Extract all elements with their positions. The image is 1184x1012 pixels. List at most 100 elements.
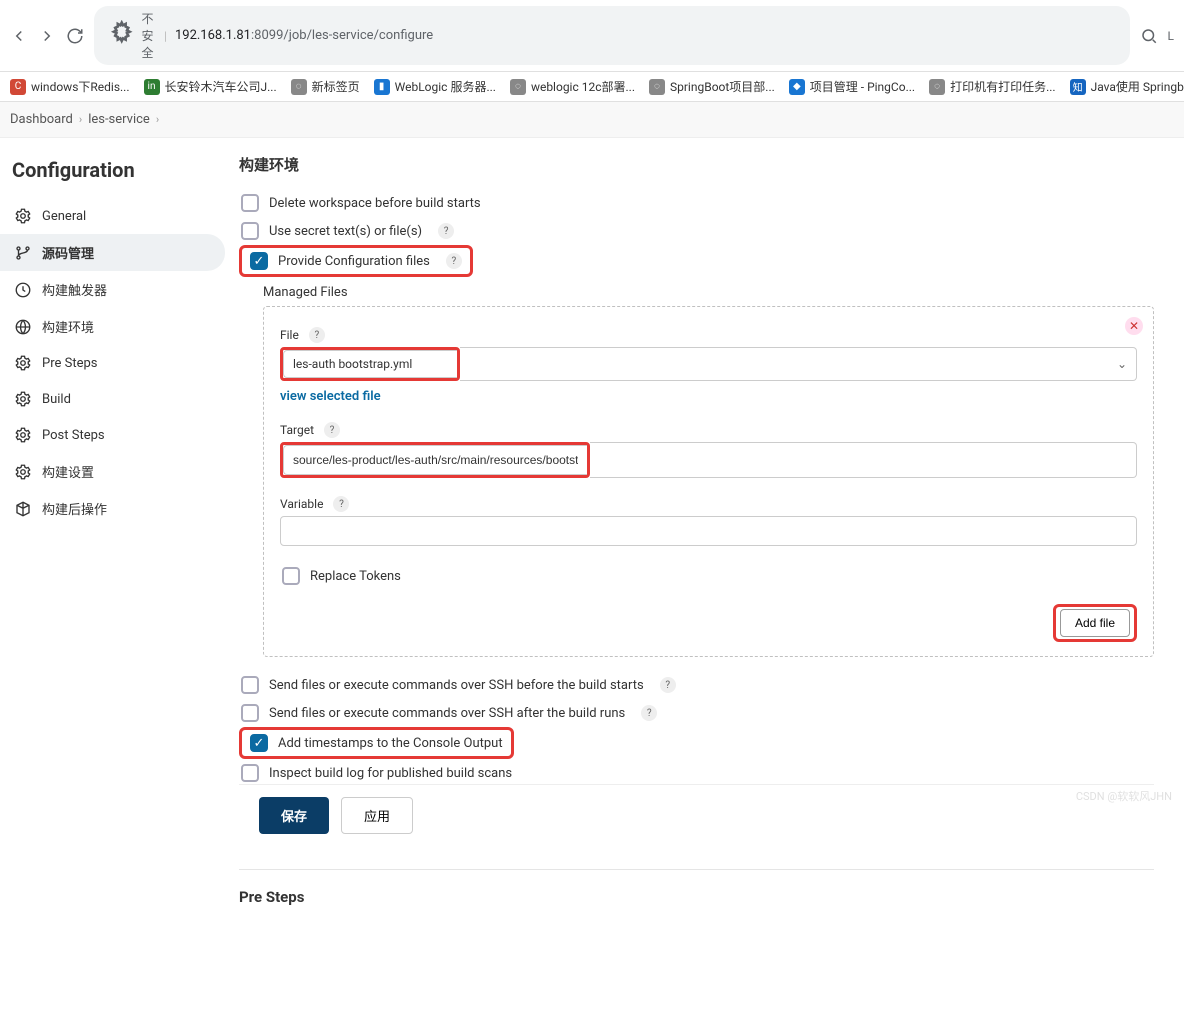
divider bbox=[239, 869, 1154, 870]
bookmark-label: 项目管理 - PingCo... bbox=[810, 78, 915, 95]
bookmark-label: 打印机有打印任务... bbox=[950, 78, 1056, 95]
check-inspect-log[interactable]: Inspect build log for published build sc… bbox=[239, 759, 1154, 787]
sidebar-item-label: 构建后操作 bbox=[42, 499, 107, 518]
sidebar-item-label: 构建设置 bbox=[42, 462, 94, 481]
check-label: Replace Tokens bbox=[310, 569, 401, 584]
checkbox[interactable]: ✓ bbox=[250, 734, 268, 752]
target-label: Target ? bbox=[280, 422, 1137, 438]
bookmark-item[interactable]: ◆项目管理 - PingCo... bbox=[789, 78, 915, 95]
forward-icon[interactable] bbox=[38, 27, 56, 45]
file-select[interactable]: les-auth bootstrap.yml bbox=[283, 350, 457, 378]
bookmark-item[interactable]: ◌ 打印机有打印任务... bbox=[929, 78, 1056, 95]
sidebar: Configuration General源码管理构建触发器构建环境Pre St… bbox=[0, 138, 225, 1012]
managed-files-label: Managed Files bbox=[263, 285, 1154, 300]
checkbox[interactable] bbox=[241, 222, 259, 240]
checkbox[interactable] bbox=[241, 764, 259, 782]
breadcrumb: Dashboard › les-service › bbox=[0, 102, 1184, 138]
help-icon[interactable]: ? bbox=[324, 422, 340, 438]
sidebar-item[interactable]: General bbox=[0, 198, 225, 234]
managed-files-panel: ✕ File ? les-auth bootstrap.yml ⌄ bbox=[263, 306, 1154, 657]
bookmark-item[interactable]: in长安铃木汽车公司J... bbox=[144, 78, 277, 95]
bookmark-label: Java使用 Springbo... bbox=[1091, 78, 1184, 95]
close-icon[interactable]: ✕ bbox=[1125, 317, 1143, 335]
sidebar-item-label: 构建触发器 bbox=[42, 280, 107, 299]
check-use-secret[interactable]: Use secret text(s) or file(s) ? bbox=[239, 217, 1154, 245]
content-area: 构建环境 Delete workspace before build start… bbox=[225, 138, 1184, 1012]
section-build-env-title: 构建环境 bbox=[239, 154, 1154, 175]
footer-bar: 保存 应用 bbox=[239, 784, 1154, 846]
chevron-down-icon: ⌄ bbox=[1117, 357, 1127, 371]
sidebar-item-label: 构建环境 bbox=[42, 317, 94, 336]
help-icon[interactable]: ? bbox=[333, 496, 349, 512]
back-icon[interactable] bbox=[10, 27, 28, 45]
file-label: File ? bbox=[280, 327, 1137, 343]
apply-button[interactable]: 应用 bbox=[341, 797, 413, 834]
check-replace-tokens[interactable]: Replace Tokens bbox=[280, 562, 1137, 590]
help-icon[interactable]: ? bbox=[309, 327, 325, 343]
gear-icon bbox=[14, 426, 32, 444]
globe-icon bbox=[14, 318, 32, 336]
checkbox[interactable] bbox=[241, 194, 259, 212]
checkbox[interactable] bbox=[241, 704, 259, 722]
check-provide-config[interactable]: ✓ Provide Configuration files ? bbox=[246, 250, 466, 272]
checkbox[interactable] bbox=[282, 567, 300, 585]
sidebar-item[interactable]: Build bbox=[0, 381, 225, 417]
checkbox[interactable]: ✓ bbox=[250, 252, 268, 270]
bookmark-item[interactable]: ▮WebLogic 服务器... bbox=[374, 78, 496, 95]
bookmark-label: weblogic 12c部署... bbox=[531, 78, 635, 95]
check-label: Send files or execute commands over SSH … bbox=[269, 678, 644, 693]
target-input-rest[interactable] bbox=[590, 442, 1137, 478]
sidebar-item[interactable]: Post Steps bbox=[0, 417, 225, 453]
highlight-annotation: les-auth bootstrap.yml bbox=[280, 347, 460, 381]
highlight-annotation: ✓ Provide Configuration files ? bbox=[239, 245, 473, 277]
bookmark-favicon: 知 bbox=[1070, 79, 1086, 95]
breadcrumb-dashboard[interactable]: Dashboard bbox=[10, 112, 73, 127]
checkbox[interactable] bbox=[241, 676, 259, 694]
security-text: 不安全 bbox=[141, 10, 160, 61]
help-icon[interactable]: ? bbox=[660, 677, 676, 693]
bookmark-label: 新标签页 bbox=[312, 78, 360, 95]
variable-input[interactable] bbox=[280, 516, 1137, 546]
view-selected-file-link[interactable]: view selected file bbox=[280, 389, 381, 404]
bookmark-item[interactable]: ◌ weblogic 12c部署... bbox=[510, 78, 635, 95]
help-icon[interactable]: ? bbox=[438, 223, 454, 239]
sidebar-item[interactable]: 构建触发器 bbox=[0, 271, 225, 308]
sidebar-item[interactable]: 构建后操作 bbox=[0, 490, 225, 527]
lang-indicator: L bbox=[1168, 29, 1174, 43]
section-pre-steps-title: Pre Steps bbox=[239, 888, 1154, 906]
check-ssh-before[interactable]: Send files or execute commands over SSH … bbox=[239, 671, 1154, 699]
chevron-right-icon: › bbox=[156, 113, 159, 126]
highlight-annotation bbox=[280, 442, 590, 478]
sidebar-item[interactable]: 构建环境 bbox=[0, 308, 225, 345]
bookmark-item[interactable]: 知 Java使用 Springbo... bbox=[1070, 78, 1184, 95]
sidebar-item-label: General bbox=[42, 209, 86, 224]
help-icon[interactable]: ? bbox=[641, 705, 657, 721]
bookmark-favicon: ◌ bbox=[510, 79, 526, 95]
sidebar-item-label: Pre Steps bbox=[42, 356, 97, 371]
bookmark-item[interactable]: ◌新标签页 bbox=[291, 78, 360, 95]
check-delete-workspace[interactable]: Delete workspace before build starts bbox=[239, 189, 1154, 217]
chevron-right-icon: › bbox=[79, 113, 82, 126]
highlight-annotation: ✓ Add timestamps to the Console Output bbox=[239, 727, 514, 759]
bookmark-favicon: ◌ bbox=[649, 79, 665, 95]
sidebar-item[interactable]: 源码管理 bbox=[0, 234, 225, 271]
sidebar-item[interactable]: Pre Steps bbox=[0, 345, 225, 381]
bookmark-item[interactable]: ◌SpringBoot项目部... bbox=[649, 78, 775, 95]
target-input[interactable] bbox=[283, 445, 587, 475]
add-file-button[interactable]: Add file bbox=[1060, 609, 1130, 637]
check-add-timestamps[interactable]: ✓ Add timestamps to the Console Output bbox=[246, 732, 507, 754]
bookmark-item[interactable]: Cwindows下Redis... bbox=[10, 78, 130, 95]
save-button[interactable]: 保存 bbox=[259, 797, 329, 834]
search-icon[interactable] bbox=[1140, 27, 1158, 45]
address-bar[interactable]: 不安全 | 192.168.1.81:8099/job/les-service/… bbox=[94, 6, 1130, 65]
gear-icon bbox=[14, 354, 32, 372]
file-select-rest[interactable]: ⌄ bbox=[460, 347, 1137, 381]
sidebar-item[interactable]: 构建设置 bbox=[0, 453, 225, 490]
check-ssh-after[interactable]: Send files or execute commands over SSH … bbox=[239, 699, 1154, 727]
gear-icon bbox=[14, 207, 32, 225]
bookmark-label: 长安铃木汽车公司J... bbox=[165, 78, 277, 95]
breadcrumb-job[interactable]: les-service bbox=[88, 112, 150, 127]
reload-icon[interactable] bbox=[66, 27, 84, 45]
bookmark-favicon: ◌ bbox=[929, 79, 945, 95]
help-icon[interactable]: ? bbox=[446, 253, 462, 269]
